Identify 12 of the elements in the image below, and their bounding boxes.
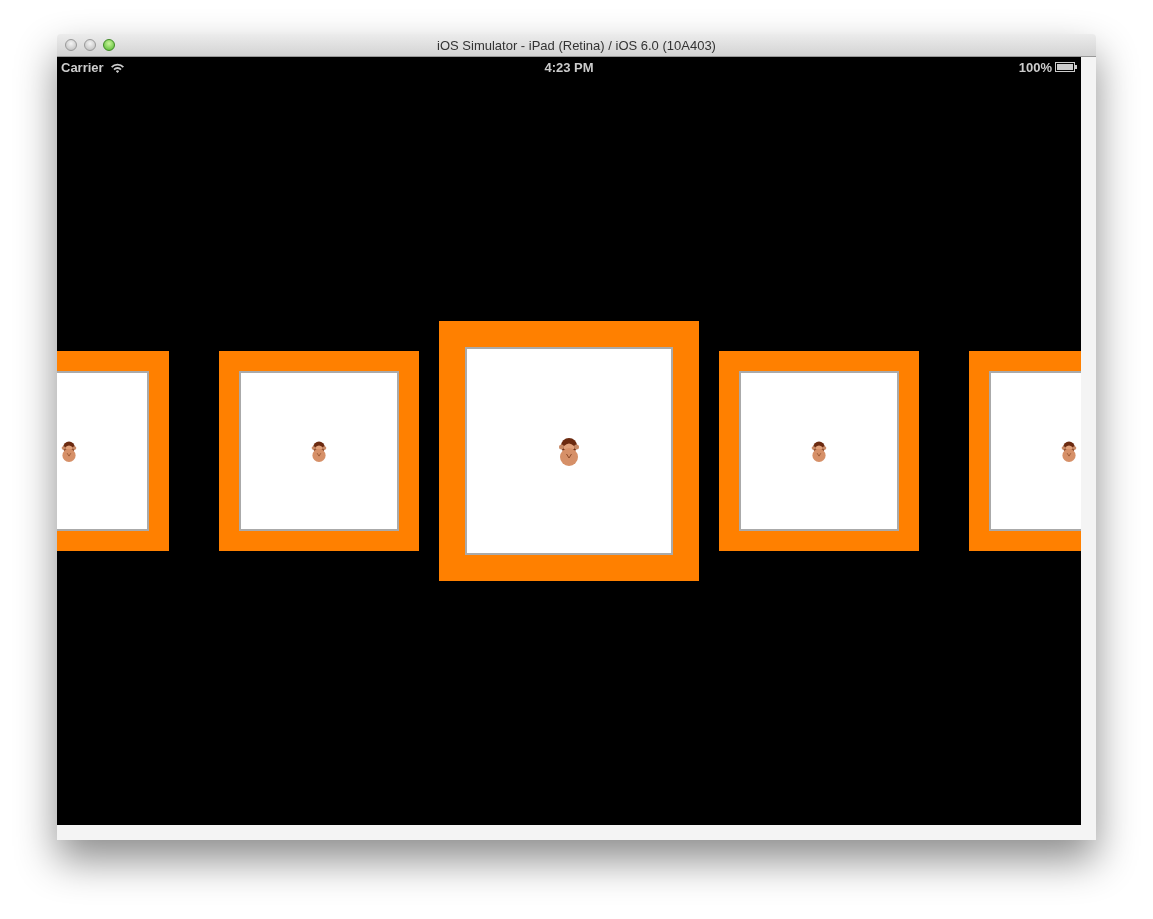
close-button[interactable] — [65, 39, 77, 51]
battery-icon — [1055, 62, 1077, 72]
window-title: iOS Simulator - iPad (Retina) / iOS 6.0 (10A403) — [437, 37, 716, 53]
clock-label: 4:23 PM — [544, 59, 594, 75]
minimize-button[interactable] — [84, 39, 96, 51]
photo-card[interactable] — [439, 321, 699, 581]
carrier-label: Carrier — [61, 59, 104, 75]
zoom-button[interactable] — [103, 39, 115, 51]
photo-card[interactable] — [719, 351, 919, 551]
battery-label: 100% — [1018, 59, 1052, 75]
wifi-icon — [109, 61, 125, 73]
photo-card[interactable] — [219, 351, 419, 551]
